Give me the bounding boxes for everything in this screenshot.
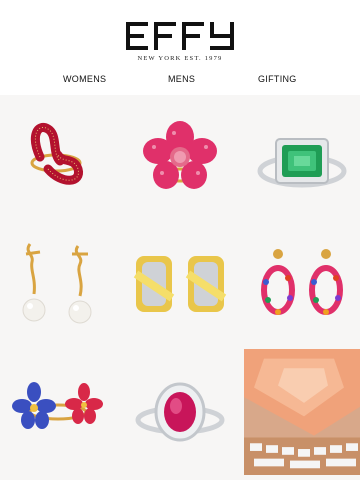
emerald-diamond-ring-image	[257, 138, 347, 188]
product-tile-rainbow-earrings[interactable]	[244, 224, 360, 350]
morganite-closeup-image	[244, 349, 360, 475]
ruby-halo-ring-image	[135, 382, 225, 442]
product-tile-flower-ring[interactable]	[122, 95, 238, 221]
flower-bypass-ring-image	[12, 382, 103, 429]
multi-sapphire-drop-earrings-image	[261, 249, 343, 315]
site-header: NEW YORK EST. 1979 WOMENS MENS GIFTING	[0, 0, 360, 95]
product-tile-pearl-earrings[interactable]	[0, 224, 116, 350]
pink-sapphire-flower-ring-image	[143, 121, 217, 189]
effy-logo[interactable]	[126, 22, 234, 50]
product-tile-yellow-hoops[interactable]	[122, 224, 238, 350]
product-tile-ruby-halo-ring[interactable]	[122, 350, 238, 476]
product-tile-ruby-wrap-ring[interactable]	[0, 95, 116, 221]
product-tile-morganite-closeup[interactable]	[244, 349, 360, 480]
nav-mens[interactable]: MENS	[168, 74, 195, 84]
main-nav: WOMENS MENS GIFTING	[0, 74, 360, 88]
product-grid	[0, 95, 360, 480]
product-tile-emerald-ring[interactable]	[244, 95, 360, 221]
product-tile-flower-bypass-ring[interactable]	[0, 350, 116, 476]
nav-gifting[interactable]: GIFTING	[258, 74, 297, 84]
nav-womens[interactable]: WOMENS	[63, 74, 106, 84]
brand-tagline: NEW YORK EST. 1979	[137, 55, 223, 62]
yellow-diamond-hoop-earrings-image	[133, 256, 227, 312]
ruby-wrap-ring-image	[30, 123, 83, 185]
pearl-bow-earrings-image	[22, 243, 92, 324]
